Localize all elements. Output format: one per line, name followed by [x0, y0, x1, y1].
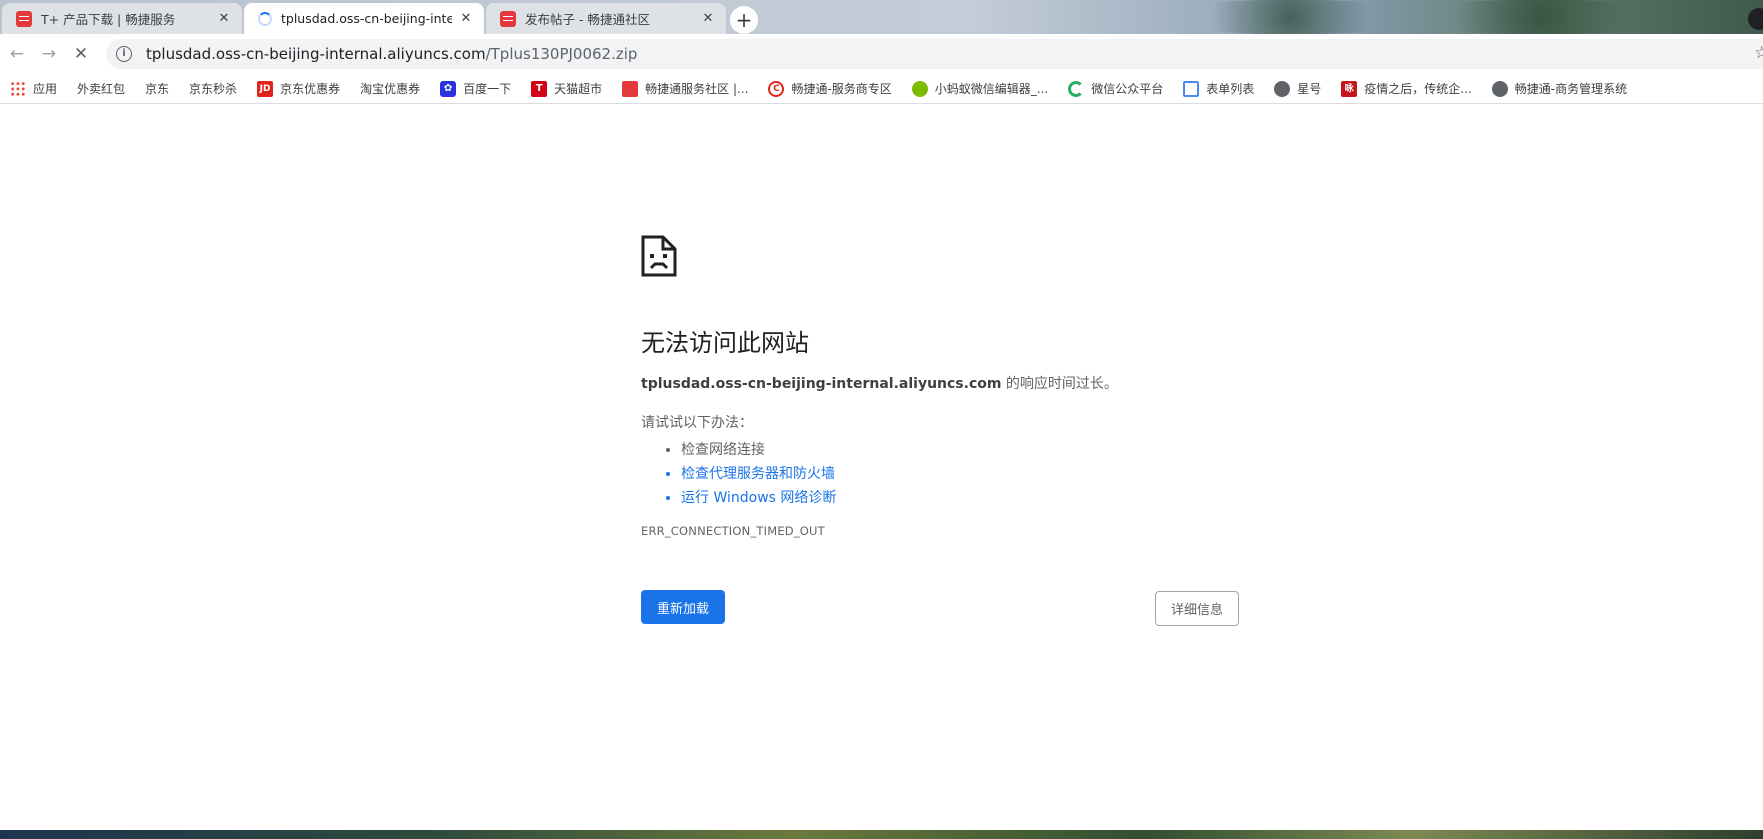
- tab-2[interactable]: 发布帖子 - 畅捷通社区 ✕: [486, 3, 726, 34]
- error-heading: 无法访问此网站: [641, 329, 809, 357]
- new-tab-button[interactable]: +: [730, 6, 758, 34]
- bookmark-item[interactable]: 小蚂蚁微信编辑器_...: [911, 80, 1049, 97]
- details-button[interactable]: 详细信息: [1155, 591, 1240, 626]
- close-icon[interactable]: ✕: [216, 11, 232, 27]
- jd-icon: JD: [257, 80, 274, 97]
- reload-button[interactable]: 重新加载: [641, 590, 726, 624]
- error-host: tplusdad.oss-cn-beijing-internal.aliyunc…: [641, 376, 1002, 392]
- bookmark-label: 微信公众平台: [1091, 82, 1164, 96]
- bookmark-item[interactable]: T 天猫超市: [531, 80, 602, 97]
- error-content: 无法访问此网站 tplusdad.oss-cn-beijing-internal…: [641, 235, 1241, 626]
- suggestion-run-diagnostics-link[interactable]: 运行 Windows 网络诊断: [681, 486, 1241, 510]
- bookmarks-bar: 应用 外卖红包 京东 京东秒杀 JD 京东优惠券 淘宝优惠券 ✿ 百度一下 T 天猫超市 畅捷通服务社…: [0, 74, 1763, 104]
- bookmark-item[interactable]: 外卖红包: [77, 80, 125, 97]
- url-host: tplusdad.oss-cn-beijing-internal.aliyunc…: [146, 45, 486, 63]
- brand-icon: [500, 10, 516, 27]
- browser-toolbar: ← → ✕ i tplusdad.oss-cn-beijing-internal…: [0, 34, 1763, 74]
- error-page: 无法访问此网站 tplusdad.oss-cn-beijing-internal…: [0, 105, 1763, 830]
- bookmark-label: 应用: [33, 82, 58, 96]
- brand-icon: [16, 10, 32, 27]
- bookmark-label: 京东秒杀: [189, 82, 238, 96]
- loading-spinner-icon: [258, 11, 272, 26]
- close-icon[interactable]: ✕: [700, 11, 716, 27]
- form-icon: [1183, 80, 1200, 97]
- tab-1[interactable]: tplusdad.oss-cn-beijing-internal.aliyunc…: [244, 3, 484, 34]
- bookmark-item[interactable]: 星号: [1274, 80, 1321, 97]
- news-icon: 咏: [1341, 80, 1358, 97]
- bookmark-label: 疫情之后，传统企...: [1364, 82, 1472, 96]
- suggestions-list: 检查网络连接 检查代理服务器和防火墙 运行 Windows 网络诊断: [641, 438, 1241, 510]
- bookmark-label: 星号: [1297, 82, 1322, 96]
- stop-loading-button[interactable]: ✕: [70, 43, 92, 65]
- bookmark-item[interactable]: 应用: [10, 80, 57, 97]
- tab-title: T+ 产品下载 | 畅捷服务: [41, 12, 176, 27]
- tab-0[interactable]: T+ 产品下载 | 畅捷服务 ✕: [2, 3, 242, 34]
- bookmark-label: 京东: [145, 82, 170, 96]
- bookmark-star-icon[interactable]: ☆: [1754, 43, 1763, 63]
- bookmark-item[interactable]: 淘宝优惠券: [360, 80, 420, 97]
- bookmark-item[interactable]: ✿ 百度一下: [440, 80, 511, 97]
- bookmark-item[interactable]: 京东: [145, 80, 169, 97]
- tab-title: 发布帖子 - 畅捷通社区: [525, 12, 650, 27]
- background-foliage: [1180, 0, 1400, 34]
- bookmark-label: 淘宝优惠券: [360, 82, 421, 96]
- bookmark-item[interactable]: 畅捷通服务社区 |...: [622, 80, 748, 97]
- bookmark-label: 畅捷通-服务商专区: [791, 82, 892, 96]
- address-bar[interactable]: i tplusdad.oss-cn-beijing-internal.aliyu…: [106, 39, 1763, 69]
- sad-document-icon: [641, 235, 677, 277]
- c-logo-icon: C: [768, 80, 785, 97]
- bookmark-item[interactable]: 畅捷通-商务管理系统: [1491, 80, 1628, 97]
- tab-strip: T+ 产品下载 | 畅捷服务 ✕ tplusdad.oss-cn-beijing…: [0, 0, 1763, 34]
- tmall-icon: T: [531, 80, 548, 97]
- desktop-wallpaper-strip: [0, 830, 1763, 839]
- error-code: ERR_CONNECTION_TIMED_OUT: [641, 524, 825, 538]
- back-button[interactable]: ←: [6, 43, 28, 65]
- profile-avatar-icon[interactable]: [1748, 8, 1763, 30]
- error-summary-suffix: 的响应时间过长。: [1001, 376, 1118, 392]
- background-foliage: [1420, 0, 1660, 34]
- site-info-icon[interactable]: i: [116, 46, 132, 62]
- suggestion-check-network: 检查网络连接: [681, 438, 1241, 462]
- bookmark-item[interactable]: 微信公众平台: [1068, 80, 1163, 97]
- bookmark-label: 百度一下: [463, 82, 512, 96]
- error-summary: tplusdad.oss-cn-beijing-internal.aliyunc…: [641, 373, 1241, 395]
- bookmark-item[interactable]: 表单列表: [1183, 80, 1254, 97]
- close-icon[interactable]: ✕: [458, 11, 474, 27]
- bookmark-item[interactable]: C 畅捷通-服务商专区: [768, 80, 892, 97]
- error-buttons: 重新加载 详细信息: [641, 590, 1241, 626]
- bookmark-label: 畅捷通-商务管理系统: [1514, 82, 1628, 96]
- ant-icon: [911, 80, 928, 97]
- globe-icon: [1491, 80, 1508, 97]
- bookmark-item[interactable]: JD 京东优惠券: [257, 80, 340, 97]
- bookmark-label: 表单列表: [1206, 82, 1255, 96]
- bookmark-label: 京东优惠券: [280, 82, 341, 96]
- bookmark-label: 小蚂蚁微信编辑器_...: [934, 82, 1049, 96]
- bookmark-item[interactable]: 咏疫情之后，传统企...: [1341, 80, 1472, 97]
- tab-title: tplusdad.oss-cn-beijing-internal.aliyunc…: [281, 11, 452, 26]
- bookmark-label: 畅捷通服务社区 |...: [645, 82, 749, 96]
- suggestion-check-proxy-link[interactable]: 检查代理服务器和防火墙: [681, 462, 1241, 486]
- brand-icon: [622, 80, 639, 97]
- url-path: /Tplus130PJ0062.zip: [485, 45, 638, 63]
- forward-button[interactable]: →: [38, 43, 60, 65]
- baidu-paw-icon: ✿: [440, 80, 457, 97]
- apps-grid-icon: [10, 80, 26, 97]
- plus-icon: +: [735, 8, 753, 32]
- bookmark-label: 外卖红包: [77, 82, 126, 96]
- bookmark-label: 天猫超市: [554, 82, 603, 96]
- bookmark-item[interactable]: 京东秒杀: [189, 80, 237, 97]
- suggestions-title: 请试试以下办法：: [641, 415, 753, 431]
- globe-icon: [1274, 80, 1291, 97]
- wechat-icon: [1068, 80, 1085, 97]
